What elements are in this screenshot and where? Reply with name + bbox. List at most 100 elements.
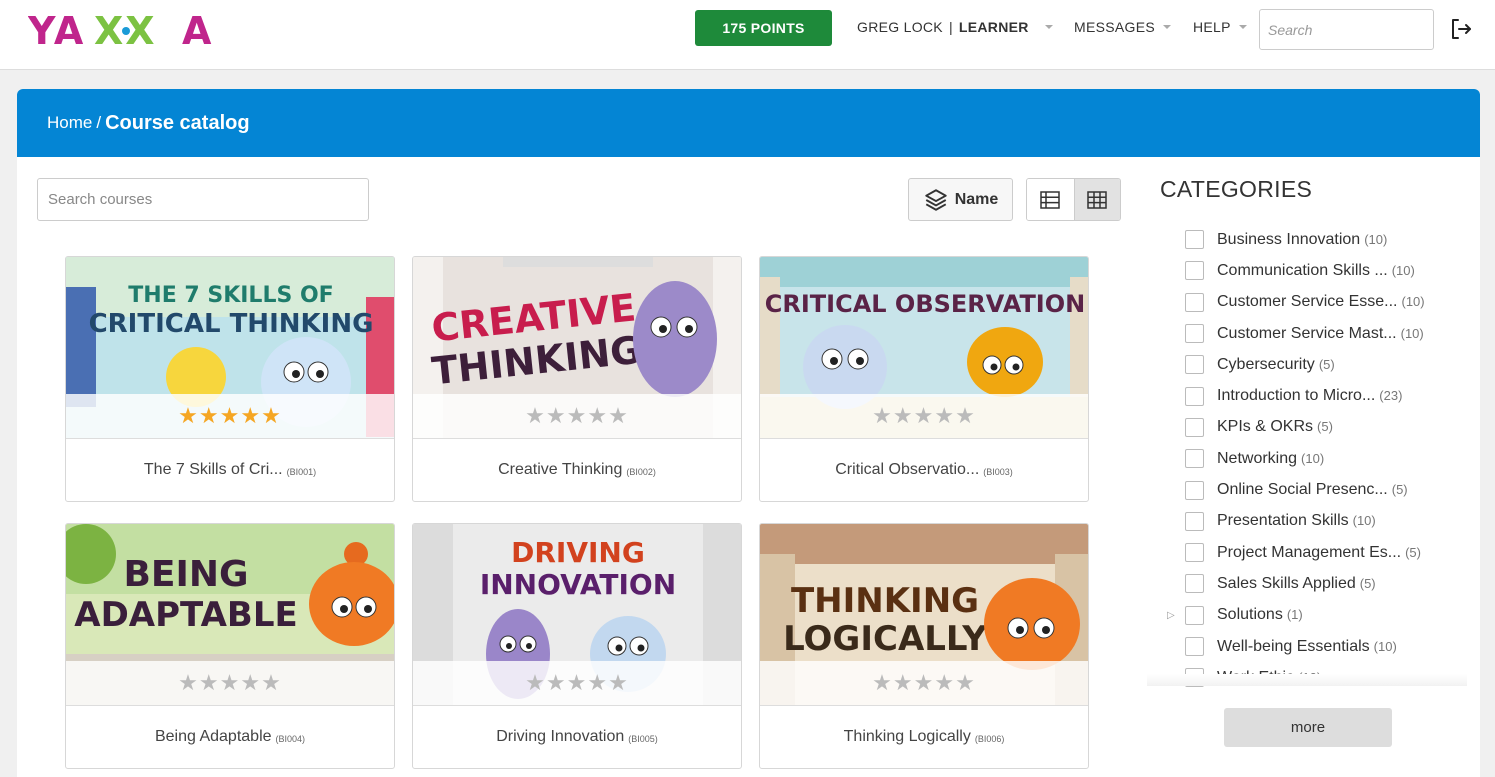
star-icon[interactable]: ★ xyxy=(872,404,893,429)
star-icon[interactable]: ★ xyxy=(955,404,976,429)
star-icon[interactable]: ★ xyxy=(893,671,914,696)
star-icon[interactable]: ★ xyxy=(199,404,220,429)
course-thumbnail[interactable]: CRITICAL OBSERVATION ★★★★★ xyxy=(760,257,1088,439)
star-rating: ★★★★★ xyxy=(872,671,976,696)
category-item[interactable]: Communication Skills ... (10) xyxy=(1167,255,1467,286)
star-icon[interactable]: ★ xyxy=(220,671,241,696)
more-categories-button[interactable]: more xyxy=(1224,708,1392,747)
course-card[interactable]: THINKING LOGICALLY ★★★★★ Thinking Logica… xyxy=(759,523,1089,769)
course-card[interactable]: DRIVING INNOVATION ★★★★★ Driving Innovat… xyxy=(412,523,742,769)
category-item[interactable]: Customer Service Esse... (10) xyxy=(1167,287,1467,318)
star-icon[interactable]: ★ xyxy=(220,404,241,429)
category-checkbox[interactable] xyxy=(1185,511,1204,531)
star-icon[interactable]: ★ xyxy=(955,671,976,696)
star-icon[interactable]: ★ xyxy=(567,671,588,696)
logout-icon[interactable] xyxy=(1449,17,1473,41)
star-icon[interactable]: ★ xyxy=(914,671,935,696)
sort-by-name-button[interactable]: Name xyxy=(908,178,1013,221)
yaxxa-logo[interactable]: YA XX A xyxy=(27,9,233,55)
category-item[interactable]: KPIs & OKRs (5) xyxy=(1167,412,1467,443)
category-checkbox[interactable] xyxy=(1185,292,1204,312)
star-icon[interactable]: ★ xyxy=(587,404,608,429)
category-checkbox[interactable] xyxy=(1185,386,1204,406)
course-title[interactable]: Critical Observatio... (BI003) xyxy=(760,439,1088,501)
category-label: Presentation Skills (10) xyxy=(1217,512,1376,530)
star-icon[interactable]: ★ xyxy=(546,404,567,429)
star-icon[interactable]: ★ xyxy=(608,671,629,696)
course-title[interactable]: Being Adaptable (BI004) xyxy=(66,706,394,768)
expand-triangle-icon[interactable]: ▷ xyxy=(1167,610,1179,621)
category-checkbox[interactable] xyxy=(1185,543,1204,563)
category-item[interactable]: Online Social Presenc... (5) xyxy=(1167,474,1467,505)
category-checkbox[interactable] xyxy=(1185,605,1204,625)
grid-view-button[interactable] xyxy=(1073,179,1120,220)
course-title[interactable]: Thinking Logically (BI006) xyxy=(760,706,1088,768)
course-title[interactable]: Driving Innovation (BI005) xyxy=(413,706,741,768)
category-checkbox[interactable] xyxy=(1185,324,1204,344)
category-item[interactable]: Project Management Es... (5) xyxy=(1167,537,1467,568)
star-icon[interactable]: ★ xyxy=(199,671,220,696)
course-thumbnail[interactable]: BEING ADAPTABLE ★★★★★ xyxy=(66,524,394,706)
course-card[interactable]: CRITICAL OBSERVATION ★★★★★ Critical Obse… xyxy=(759,256,1089,502)
course-thumbnail[interactable]: THE 7 SKILLS OF CRITICAL THINKING ★★★★★ xyxy=(66,257,394,439)
course-card[interactable]: THE 7 SKILLS OF CRITICAL THINKING ★★★★★ … xyxy=(65,256,395,502)
star-icon[interactable]: ★ xyxy=(546,671,567,696)
course-thumbnail[interactable]: THINKING LOGICALLY ★★★★★ xyxy=(760,524,1088,706)
user-separator: | xyxy=(948,19,953,35)
global-search-input[interactable] xyxy=(1259,9,1434,50)
category-item[interactable]: Business Innovation (10) xyxy=(1167,224,1467,255)
category-item[interactable]: Presentation Skills (10) xyxy=(1167,506,1467,537)
star-icon[interactable]: ★ xyxy=(567,404,588,429)
chevron-down-icon xyxy=(1044,25,1053,29)
star-icon[interactable]: ★ xyxy=(914,404,935,429)
category-item[interactable]: Cybersecurity (5) xyxy=(1167,349,1467,380)
category-item[interactable]: Well-being Essentials (10) xyxy=(1167,631,1467,662)
course-title[interactable]: Creative Thinking (BI002) xyxy=(413,439,741,501)
category-checkbox[interactable] xyxy=(1185,417,1204,437)
breadcrumb-home-link[interactable]: Home xyxy=(47,113,92,133)
course-thumbnail[interactable]: DRIVING INNOVATION ★★★★★ xyxy=(413,524,741,706)
star-icon[interactable]: ★ xyxy=(587,671,608,696)
star-icon[interactable]: ★ xyxy=(261,404,282,429)
star-icon[interactable]: ★ xyxy=(525,404,546,429)
course-title[interactable]: The 7 Skills of Cri... (BI001) xyxy=(66,439,394,501)
star-icon[interactable]: ★ xyxy=(872,671,893,696)
category-checkbox[interactable] xyxy=(1185,355,1204,375)
star-icon[interactable]: ★ xyxy=(934,671,955,696)
messages-menu[interactable]: MESSAGES xyxy=(1074,19,1171,35)
category-checkbox[interactable] xyxy=(1185,261,1204,281)
category-checkbox[interactable] xyxy=(1185,574,1204,594)
category-checkbox[interactable] xyxy=(1185,230,1204,250)
star-icon[interactable]: ★ xyxy=(608,404,629,429)
category-item[interactable]: Networking (10) xyxy=(1167,443,1467,474)
star-icon[interactable]: ★ xyxy=(893,404,914,429)
category-item[interactable]: Customer Service Mast... (10) xyxy=(1167,318,1467,349)
category-item[interactable]: Introduction to Micro... (23) xyxy=(1167,380,1467,411)
course-card[interactable]: CREATIVE THINKING ★★★★★ Creative Thinkin… xyxy=(412,256,742,502)
course-thumbnail[interactable]: CREATIVE THINKING ★★★★★ xyxy=(413,257,741,439)
user-menu[interactable]: GREG LOCK | LEARNER xyxy=(857,19,1053,35)
svg-text:YA: YA xyxy=(28,10,85,50)
star-icon[interactable]: ★ xyxy=(934,404,955,429)
sort-label: Name xyxy=(954,190,999,208)
course-card[interactable]: BEING ADAPTABLE ★★★★★ Being Adaptable (B… xyxy=(65,523,395,769)
help-menu[interactable]: HELP xyxy=(1193,19,1247,35)
points-badge[interactable]: 175 POINTS xyxy=(695,10,832,46)
star-icon[interactable]: ★ xyxy=(240,404,261,429)
course-code: (BI002) xyxy=(626,467,656,477)
star-icon[interactable]: ★ xyxy=(240,671,261,696)
category-item[interactable]: Sales Skills Applied (5) xyxy=(1167,568,1467,599)
category-checkbox[interactable] xyxy=(1185,637,1204,656)
star-icon[interactable]: ★ xyxy=(261,671,282,696)
course-title-text: Driving Innovation xyxy=(496,728,625,745)
category-label: Sales Skills Applied (5) xyxy=(1217,574,1376,592)
course-search-input[interactable] xyxy=(37,178,369,221)
star-icon[interactable]: ★ xyxy=(178,404,199,429)
list-view-button[interactable] xyxy=(1027,179,1074,220)
category-checkbox[interactable] xyxy=(1185,449,1204,469)
category-item[interactable]: ▷ Solutions (1) xyxy=(1167,600,1467,631)
star-icon[interactable]: ★ xyxy=(525,671,546,696)
star-rating: ★★★★★ xyxy=(872,404,976,429)
star-icon[interactable]: ★ xyxy=(178,671,199,696)
category-checkbox[interactable] xyxy=(1185,480,1204,500)
